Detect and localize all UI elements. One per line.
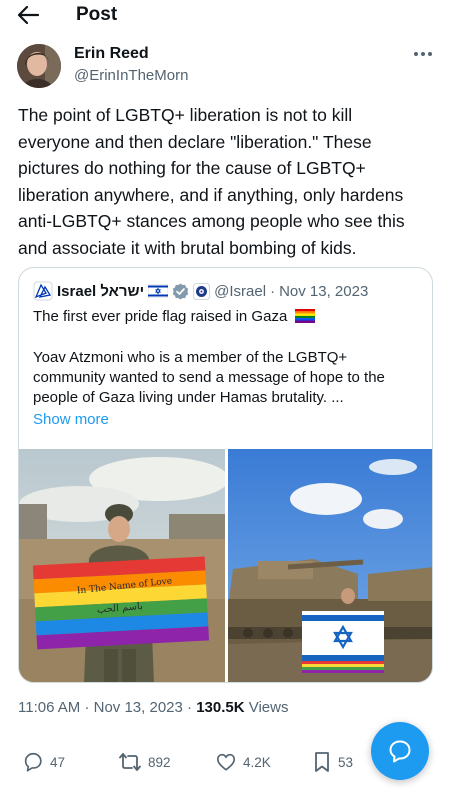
tweet-line: liberation anywhere, and if anything, on… (18, 184, 404, 205)
tweet-line: everyone and then declare "liberation." … (18, 131, 372, 152)
quoted-author-handle[interactable]: @Israel (214, 283, 266, 300)
author-name[interactable]: Erin Reed (74, 45, 149, 63)
reply-icon (24, 752, 42, 772)
bookmark-count: 53 (338, 754, 354, 770)
quoted-body-line: community wanted to send a message of ho… (33, 369, 385, 386)
post-time: 11:06 AM (18, 699, 81, 716)
quoted-body-line: Yoav Atzmoni who is a member of the LGBT… (33, 349, 348, 366)
israel-flag-icon (148, 284, 169, 298)
page-title: Post (76, 4, 118, 25)
tweet-line: and associate it with brutal bombing of … (18, 237, 357, 258)
reply-button[interactable]: 47 (22, 748, 65, 776)
like-count: 4.2K (243, 754, 271, 770)
verified-gray-badge-icon (172, 283, 189, 299)
meta-separator: · (187, 699, 193, 716)
meta-separator: · (84, 699, 90, 716)
quoted-post-header: Israel ישראל @Israel · Nov 13, 2023 (33, 280, 368, 302)
tweet-text: The point of LGBTQ+ liberation is not to… (18, 102, 436, 261)
meta-separator: · (270, 282, 276, 300)
post-date: Nov 13, 2023 (93, 699, 183, 716)
affiliate-emblem-icon (193, 282, 211, 300)
top-bar: Post (0, 0, 451, 30)
quoted-post-headline-text: The first ever pride flag raised in Gaza (33, 308, 288, 325)
quoted-post-body: Yoav Atzmoni who is a member of the LGBT… (33, 348, 425, 408)
tweet-line: anti-LGBTQ+ stances among people who see… (18, 211, 405, 231)
rainbow-flag-icon (295, 309, 316, 323)
photo-tanks-israel-flag[interactable] (228, 449, 432, 682)
chat-bubble-icon (389, 740, 411, 763)
quoted-post-date: Nov 13, 2023 (279, 282, 369, 300)
israel-account-logo-icon (33, 281, 53, 301)
post-timestamp: 11:06 AM · Nov 13, 2023 · 130.5K Views (18, 699, 288, 716)
reply-count: 47 (50, 754, 66, 770)
quoted-author-name[interactable]: Israel ישראל (57, 283, 144, 300)
repost-count: 892 (148, 754, 171, 770)
views-label: Views (248, 699, 289, 716)
quoted-post[interactable]: Israel ישראל @Israel · Nov 13, 2023 The … (18, 267, 433, 683)
compose-reply-button[interactable] (371, 722, 429, 780)
avatar[interactable] (17, 44, 61, 88)
back-arrow-icon[interactable] (16, 4, 40, 26)
quoted-post-headline: The first ever pride flag raised in Gaza (33, 306, 316, 328)
photo-soldier-pride-flag[interactable]: In The Name of Love باسم الحب (19, 449, 225, 682)
more-options-icon[interactable] (412, 48, 434, 60)
repost-icon (119, 753, 141, 771)
repost-button[interactable]: 892 (118, 748, 171, 776)
bookmark-button[interactable]: 53 (312, 748, 353, 776)
heart-icon (216, 753, 236, 771)
bookmark-icon (315, 752, 329, 772)
tweet-line: pictures do nothing for the cause of LGB… (18, 158, 366, 178)
like-button[interactable]: 4.2K (215, 748, 271, 776)
show-more-link[interactable]: Show more (33, 411, 109, 428)
views-count: 130.5K (196, 699, 245, 716)
quoted-body-line: people of Gaza living under Hamas brutal… (33, 389, 344, 406)
tweet-line: The point of LGBTQ+ liberation is not to… (18, 105, 353, 125)
author-handle[interactable]: @ErinInTheMorn (74, 67, 188, 84)
